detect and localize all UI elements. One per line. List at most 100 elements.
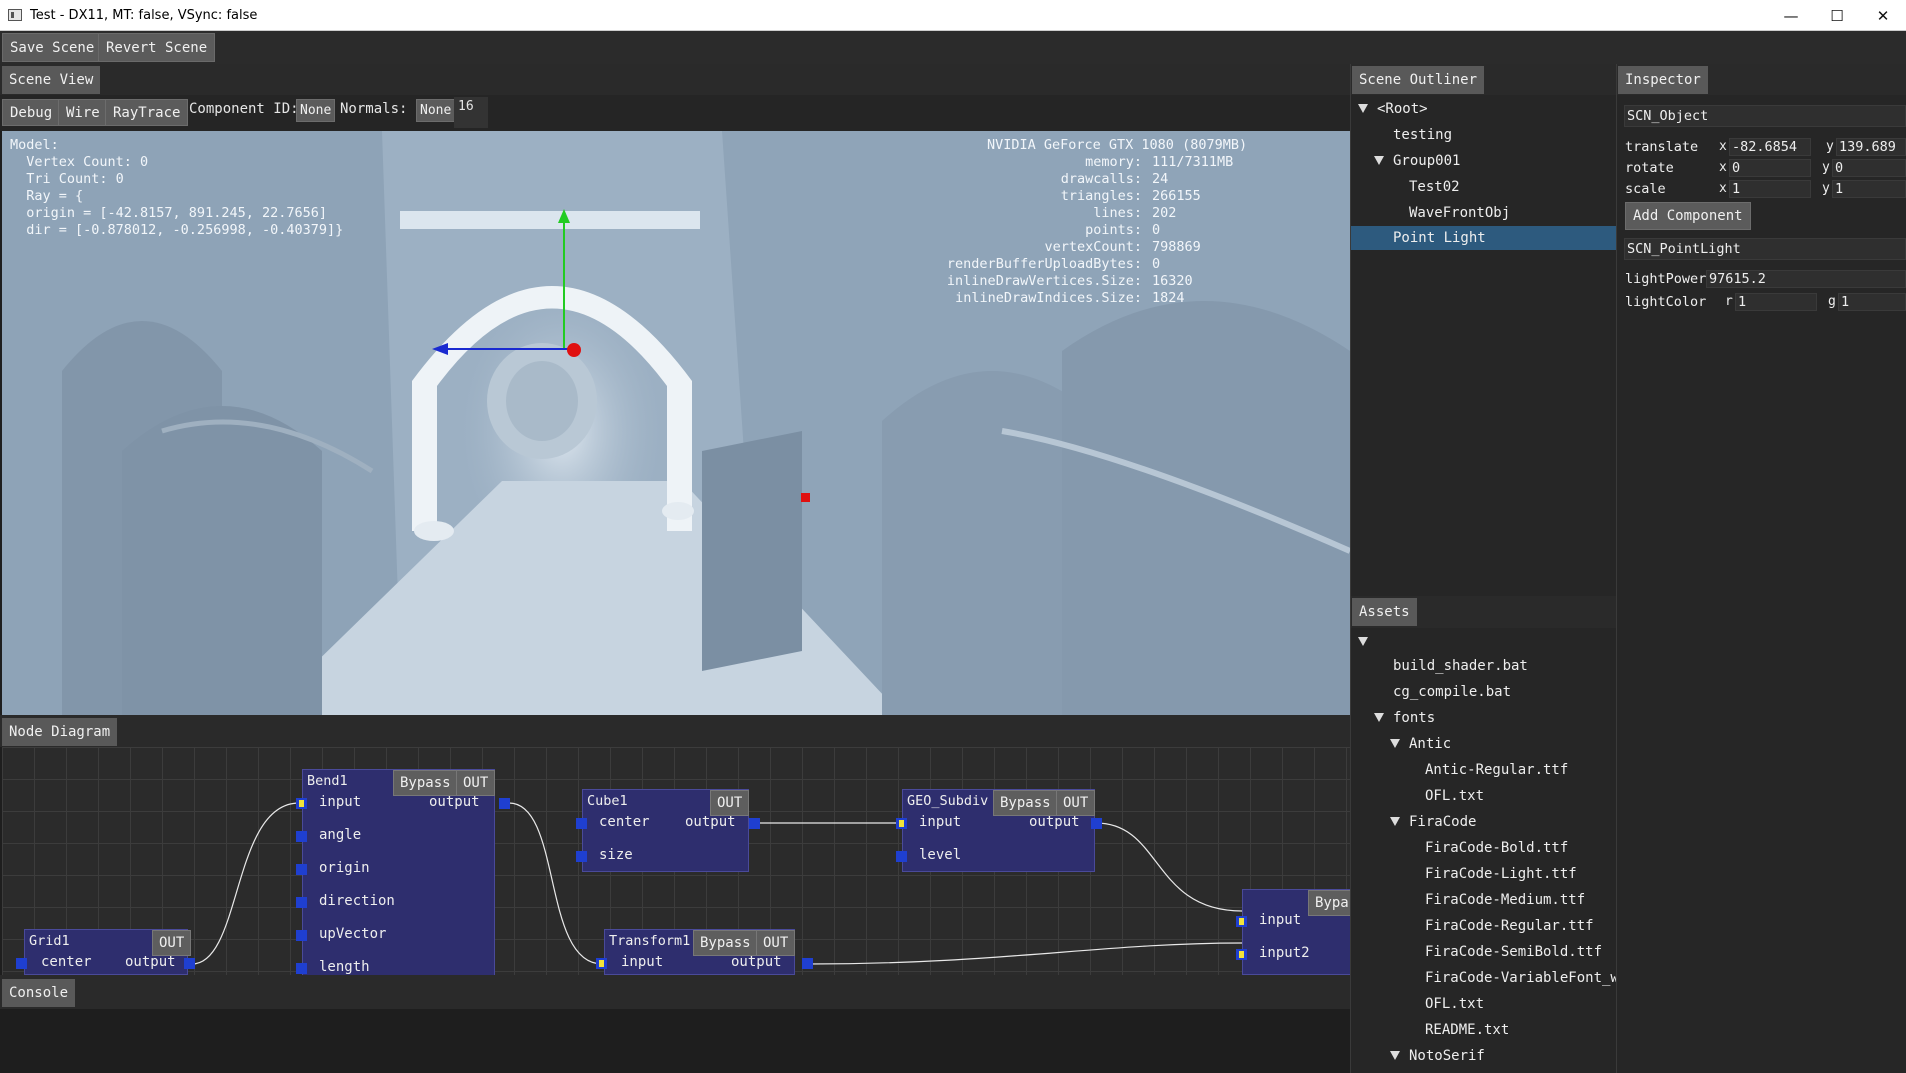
input-port[interactable] — [296, 897, 307, 908]
light-color-r-field[interactable]: 1 — [1735, 293, 1817, 311]
expand-arrow-icon[interactable] — [1390, 817, 1400, 826]
rotate-y-field[interactable]: 0 — [1832, 159, 1906, 177]
output-port[interactable] — [749, 818, 760, 829]
bypass-button[interactable]: Bypass — [693, 930, 758, 956]
maximize-icon[interactable]: ☐ — [1814, 0, 1860, 31]
stat-key: lines: — [1093, 205, 1142, 221]
asset-item[interactable]: OFL.txt — [1425, 996, 1484, 1012]
asset-item[interactable]: build_shader.bat — [1393, 658, 1528, 674]
splitter[interactable] — [1616, 64, 1617, 1073]
revert-scene-button[interactable]: Revert Scene — [98, 33, 216, 62]
outliner-item-root[interactable]: <Root> — [1377, 101, 1428, 117]
asset-item[interactable]: cg_compile.bat — [1393, 684, 1511, 700]
expand-arrow-icon[interactable] — [1358, 104, 1368, 113]
light-power-label: lightPower — [1625, 271, 1707, 287]
node-merge[interactable]: Bypas input input2 — [1242, 889, 1350, 975]
out-button[interactable]: OUT — [710, 790, 750, 816]
node-transform1[interactable]: Transform1 Bypass OUT input output — [604, 929, 796, 975]
translate-x-field[interactable]: -82.6854 — [1729, 138, 1811, 156]
asset-item[interactable]: FiraCode-Light.ttf — [1425, 866, 1577, 882]
output-port[interactable] — [184, 958, 195, 969]
bypass-button[interactable]: Bypass — [993, 790, 1058, 816]
tab-node-diagram[interactable]: Node Diagram — [2, 718, 118, 746]
node-cube1[interactable]: Cube1 OUT center output size — [582, 789, 750, 872]
node-bend1[interactable]: Bend1 Bypass OUT input output angle orig… — [302, 769, 496, 975]
minimize-icon[interactable]: — — [1768, 0, 1814, 31]
outliner-item-group001[interactable]: Group001 — [1393, 153, 1460, 169]
input-port[interactable] — [896, 818, 907, 829]
expand-arrow-icon[interactable] — [1390, 739, 1400, 748]
scale-x-field[interactable]: 1 — [1729, 180, 1811, 198]
tab-assets[interactable]: Assets — [1352, 598, 1417, 626]
input-port[interactable] — [16, 958, 27, 969]
asset-item[interactable]: README.txt — [1425, 1022, 1509, 1038]
expand-arrow-icon[interactable] — [1358, 637, 1368, 646]
asset-item[interactable]: FiraCode-VariableFont_wg — [1425, 970, 1616, 986]
tab-scene-view[interactable]: Scene View — [2, 66, 101, 94]
port-label: upVector — [319, 926, 387, 942]
asset-item[interactable]: FiraCode-Bold.ttf — [1425, 840, 1568, 856]
scale-y-field[interactable]: 1 — [1832, 180, 1906, 198]
input-port[interactable] — [296, 963, 307, 974]
node-grid1[interactable]: Grid1 OUT center output — [24, 929, 192, 975]
input-port[interactable] — [1236, 949, 1247, 960]
out-button[interactable]: OUT — [456, 770, 496, 796]
out-button[interactable]: OUT — [152, 930, 192, 956]
input-port[interactable] — [296, 831, 307, 842]
rotate-x-field[interactable]: 0 — [1729, 159, 1811, 177]
node-geo-subdiv[interactable]: GEO_Subdiv Bypass OUT input output level — [902, 789, 1096, 872]
outliner-item-test02[interactable]: Test02 — [1409, 179, 1460, 195]
asset-item[interactable]: FiraCode-Medium.ttf — [1425, 892, 1585, 908]
outliner-item-wavefrontobj[interactable]: WaveFrontObj — [1409, 205, 1510, 221]
output-port[interactable] — [802, 958, 813, 969]
input-port[interactable] — [296, 930, 307, 941]
input-port[interactable] — [296, 798, 307, 809]
asset-folder-fonts[interactable]: fonts — [1393, 710, 1435, 726]
bypass-button[interactable]: Bypass — [393, 770, 458, 796]
asset-folder-antic[interactable]: Antic — [1409, 736, 1451, 752]
light-color-g-field[interactable]: 1 — [1838, 293, 1906, 311]
asset-item[interactable]: OFL.txt — [1425, 788, 1484, 804]
console-output[interactable] — [2, 1009, 1350, 1073]
out-button[interactable]: OUT — [756, 930, 796, 956]
tab-scene-outliner[interactable]: Scene Outliner — [1352, 66, 1485, 94]
expand-arrow-icon[interactable] — [1374, 713, 1384, 722]
outliner-item-point-light[interactable]: Point Light — [1393, 230, 1486, 246]
out-button[interactable]: OUT — [1056, 790, 1096, 816]
raytrace-button[interactable]: RayTrace — [105, 99, 189, 126]
expand-arrow-icon[interactable] — [1390, 1051, 1400, 1060]
input-port[interactable] — [576, 851, 587, 862]
bypass-button[interactable]: Bypas — [1308, 890, 1350, 916]
node-canvas[interactable]: Bend1 Bypass OUT input output angle orig… — [2, 747, 1350, 975]
translate-y-field[interactable]: 139.689 — [1836, 138, 1906, 156]
output-port[interactable] — [1091, 818, 1102, 829]
input-port[interactable] — [1236, 916, 1247, 927]
outliner-item-testing[interactable]: testing — [1393, 127, 1452, 143]
tab-console[interactable]: Console — [2, 979, 76, 1007]
asset-item[interactable]: FiraCode-Regular.ttf — [1425, 918, 1594, 934]
axis-label: x — [1719, 139, 1727, 154]
save-scene-button[interactable]: Save Scene — [2, 33, 103, 62]
debug-button[interactable]: Debug — [2, 99, 61, 126]
input-port[interactable] — [576, 818, 587, 829]
output-port[interactable] — [499, 798, 510, 809]
normals-select[interactable]: None — [416, 99, 456, 122]
splitter[interactable] — [1350, 64, 1351, 1073]
add-component-button[interactable]: Add Component — [1625, 202, 1751, 230]
close-icon[interactable]: ✕ — [1860, 0, 1906, 31]
normals-size-field[interactable]: 16 — [454, 97, 488, 128]
input-port[interactable] — [596, 958, 607, 969]
light-color-label: lightColor — [1625, 294, 1707, 310]
input-port[interactable] — [296, 864, 307, 875]
wire-button[interactable]: Wire — [58, 99, 108, 126]
asset-folder-notoserif[interactable]: NotoSerif — [1409, 1048, 1485, 1064]
scene-viewport[interactable]: Model: Vertex Count: 0 Tri Count: 0 Ray … — [2, 131, 1350, 715]
expand-arrow-icon[interactable] — [1374, 156, 1384, 165]
input-port[interactable] — [896, 851, 907, 862]
tab-inspector[interactable]: Inspector — [1618, 66, 1708, 94]
asset-folder-firacode[interactable]: FiraCode — [1409, 814, 1476, 830]
asset-item[interactable]: Antic-Regular.ttf — [1425, 762, 1568, 778]
light-power-field[interactable]: 97615.2 — [1706, 270, 1906, 288]
asset-item[interactable]: FiraCode-SemiBold.ttf — [1425, 944, 1602, 960]
component-id-select[interactable]: None — [296, 99, 336, 122]
